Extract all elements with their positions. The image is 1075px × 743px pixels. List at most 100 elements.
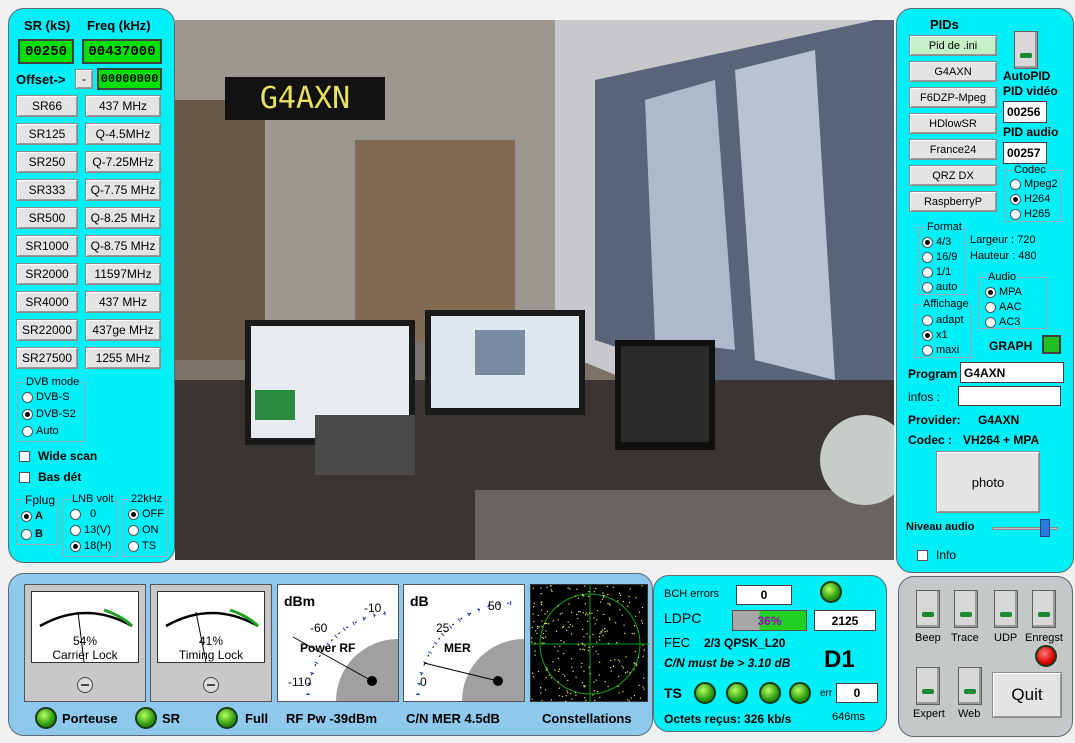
freq-preset-button[interactable]: 1255 MHz xyxy=(85,347,161,369)
sr-preset-button[interactable]: SR27500 xyxy=(16,347,78,369)
radio-dot[interactable] xyxy=(22,408,33,420)
radio-dot[interactable] xyxy=(922,329,933,341)
pid-preset-button[interactable]: F6DZP-Mpeg xyxy=(909,87,997,108)
affichage-x1-radio[interactable]: x1 xyxy=(922,329,948,341)
dvb-auto-radio[interactable]: Auto xyxy=(22,425,59,437)
enregst-toggle[interactable] xyxy=(1032,590,1056,628)
wide-scan-checkbox[interactable]: Wide scan xyxy=(19,449,97,463)
radio-dot[interactable] xyxy=(922,251,933,263)
udp-toggle[interactable] xyxy=(994,590,1018,628)
format-11-radio[interactable]: 1/1 xyxy=(922,266,951,278)
affichage-adapt-radio[interactable]: adapt xyxy=(922,314,964,326)
22khz-off-radio[interactable]: OFF xyxy=(128,508,164,520)
radio-dot[interactable] xyxy=(922,236,933,248)
pid-preset-button[interactable]: RaspberryP xyxy=(909,191,997,212)
trace-toggle[interactable] xyxy=(954,590,978,628)
radio-dot[interactable] xyxy=(1010,178,1021,190)
checkbox-box[interactable] xyxy=(917,549,928,561)
audio-ac3-radio[interactable]: AC3 xyxy=(985,316,1020,328)
format-auto-radio[interactable]: auto xyxy=(922,281,957,293)
radio-dot[interactable] xyxy=(985,301,996,313)
freq-preset-button[interactable]: Q-8.75 MHz xyxy=(85,235,161,257)
radio-dot[interactable] xyxy=(21,528,32,540)
radio-dot[interactable] xyxy=(70,540,81,552)
timing-lock-knob[interactable] xyxy=(203,677,219,693)
expert-toggle[interactable] xyxy=(916,667,940,705)
sr-preset-button[interactable]: SR1000 xyxy=(16,235,78,257)
22khz-on-radio[interactable]: ON xyxy=(128,524,159,536)
freq-preset-button[interactable]: 437 MHz xyxy=(85,95,161,117)
format-169-radio[interactable]: 16/9 xyxy=(922,251,957,263)
pid-preset-button[interactable]: HDlowSR xyxy=(909,113,997,134)
radio-dot[interactable] xyxy=(22,391,33,403)
freq-preset-button[interactable]: Q-8.25 MHz xyxy=(85,207,161,229)
radio-dot[interactable] xyxy=(922,266,933,278)
web-toggle[interactable] xyxy=(958,667,982,705)
sr-preset-button[interactable]: SR66 xyxy=(16,95,78,117)
radio-dot[interactable] xyxy=(70,508,81,520)
offset-display[interactable]: 00000000 xyxy=(97,68,162,90)
graph-toggle-button[interactable] xyxy=(1042,335,1061,354)
affichage-maxi-radio[interactable]: maxi xyxy=(922,344,959,356)
freq-preset-button[interactable]: Q-4.5MHz xyxy=(85,123,161,145)
bas-det-checkbox[interactable]: Bas dét xyxy=(19,470,81,484)
freq-preset-button[interactable]: 11597MHz xyxy=(85,263,161,285)
audio-slider-thumb[interactable] xyxy=(1040,519,1050,537)
sr-preset-button[interactable]: SR250 xyxy=(16,151,78,173)
freq-display[interactable]: 00437000 xyxy=(82,39,162,64)
freq-preset-button[interactable]: Q-7.25MHz xyxy=(85,151,161,173)
freq-preset-button[interactable]: Q-7.75 MHz xyxy=(85,179,161,201)
audio-aac-radio[interactable]: AAC xyxy=(985,301,1022,313)
pid-preset-button[interactable]: France24 xyxy=(909,139,997,160)
video-display[interactable]: G4AXN xyxy=(175,20,894,560)
lnb-0-radio[interactable]: 0 xyxy=(70,508,96,520)
radio-dot[interactable] xyxy=(70,524,81,536)
photo-button[interactable]: photo xyxy=(936,451,1040,513)
radio-dot[interactable] xyxy=(128,508,139,520)
dvb-s2-radio[interactable]: DVB-S2 xyxy=(22,408,76,420)
lnb-13v-radio[interactable]: 13(V) xyxy=(70,524,111,536)
radio-dot[interactable] xyxy=(1010,193,1021,205)
freq-preset-button[interactable]: 437 MHz xyxy=(85,291,161,313)
lnb-18h-radio[interactable]: 18(H) xyxy=(70,540,112,552)
sr-display[interactable]: 00250 xyxy=(18,39,74,64)
sr-preset-button[interactable]: SR22000 xyxy=(16,319,78,341)
radio-dot[interactable] xyxy=(922,281,933,293)
codec-mpeg2-radio[interactable]: Mpeg2 xyxy=(1010,178,1058,190)
fplug-a-radio[interactable]: A xyxy=(21,510,43,522)
checkbox-box[interactable] xyxy=(19,450,30,462)
radio-dot[interactable] xyxy=(21,510,32,522)
pid-preset-button[interactable]: G4AXN xyxy=(909,61,997,82)
sr-preset-button[interactable]: SR500 xyxy=(16,207,78,229)
sr-preset-button[interactable]: SR333 xyxy=(16,179,78,201)
fplug-b-radio[interactable]: B xyxy=(21,528,43,540)
autopid-toggle[interactable] xyxy=(1014,31,1038,69)
radio-dot[interactable] xyxy=(985,286,996,298)
radio-dot[interactable] xyxy=(128,524,139,536)
checkbox-box[interactable] xyxy=(19,471,30,483)
radio-dot[interactable] xyxy=(1010,208,1021,220)
radio-dot[interactable] xyxy=(922,344,933,356)
infos-input[interactable] xyxy=(958,386,1061,406)
radio-dot[interactable] xyxy=(128,540,139,552)
codec-h264-radio[interactable]: H264 xyxy=(1010,193,1050,205)
pid-audio-input[interactable]: 00257 xyxy=(1003,142,1047,164)
codec-h265-radio[interactable]: H265 xyxy=(1010,208,1050,220)
radio-dot[interactable] xyxy=(985,316,996,328)
quit-button[interactable]: Quit xyxy=(992,672,1062,718)
pid-preset-button[interactable]: QRZ DX xyxy=(909,165,997,186)
pid-preset-button[interactable]: Pid de .ini xyxy=(909,35,997,56)
beep-toggle[interactable] xyxy=(916,590,940,628)
carrier-lock-knob[interactable] xyxy=(77,677,93,693)
sr-preset-button[interactable]: SR2000 xyxy=(16,263,78,285)
22khz-ts-radio[interactable]: TS xyxy=(128,540,156,552)
format-43-radio[interactable]: 4/3 xyxy=(922,236,951,248)
audio-mpa-radio[interactable]: MPA xyxy=(985,286,1022,298)
radio-dot[interactable] xyxy=(922,314,933,326)
info-checkbox[interactable]: Info xyxy=(917,548,956,562)
sr-preset-button[interactable]: SR4000 xyxy=(16,291,78,313)
radio-dot[interactable] xyxy=(22,425,33,437)
pid-video-input[interactable]: 00256 xyxy=(1003,101,1047,123)
dvb-s-radio[interactable]: DVB-S xyxy=(22,391,70,403)
offset-sign-button[interactable]: - xyxy=(75,69,93,89)
